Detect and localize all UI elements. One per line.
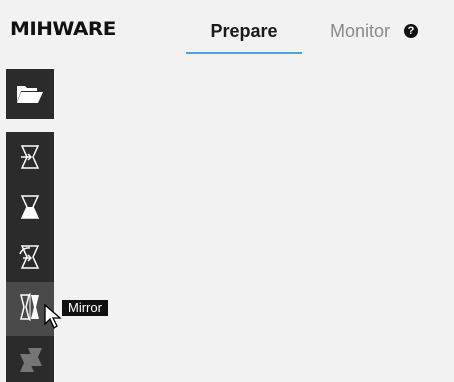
import-tool-button[interactable] <box>6 136 54 176</box>
hourglass-rotate-icon <box>19 245 40 269</box>
hourglass-fill-icon <box>20 195 40 219</box>
rotate-tool-button[interactable] <box>6 236 54 276</box>
active-tab-indicator <box>186 52 302 54</box>
open-file-button[interactable] <box>6 69 54 119</box>
help-icon[interactable]: ? <box>404 24 418 38</box>
fill-tool-button[interactable] <box>6 186 54 226</box>
tab-prepare[interactable]: Prepare <box>186 20 302 42</box>
folder-open-icon <box>17 86 43 103</box>
mirror-tooltip: Mirror <box>62 300 108 316</box>
tab-monitor[interactable]: Monitor <box>330 20 390 42</box>
tool-sidebar <box>6 132 54 382</box>
hourglass-arrow-icon <box>20 145 40 169</box>
brand-logo: MIHWARE <box>10 18 116 40</box>
stack-tool-button[interactable] <box>6 338 54 378</box>
hourglass-stack-icon <box>20 348 42 372</box>
mouse-cursor-icon <box>44 304 62 329</box>
hourglass-mirror-icon <box>20 293 39 321</box>
